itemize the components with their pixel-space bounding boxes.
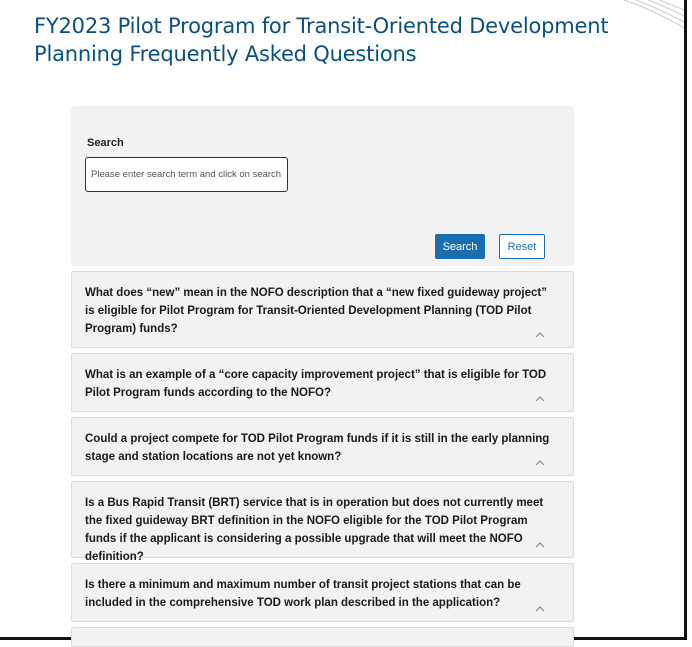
faq-item[interactable]: Is there a minimum and maximum number of…	[71, 563, 574, 622]
search-label: Search	[87, 137, 124, 149]
faq-item[interactable]: Could a project compete for TOD Pilot Pr…	[71, 417, 574, 476]
faq-question: What does “new” mean in the NOFO descrip…	[85, 287, 547, 335]
faq-item[interactable]: What is an example of a “core capacity i…	[71, 353, 574, 412]
chevron-up-icon[interactable]	[535, 541, 545, 548]
faq-question: Is a Bus Rapid Transit (BRT) service tha…	[85, 497, 544, 563]
page-frame: FY2023 Pilot Program for Transit-Oriente…	[0, 0, 687, 647]
faq-item[interactable]: Is a Bus Rapid Transit (BRT) service tha…	[71, 481, 574, 563]
search-button[interactable]: Search	[435, 234, 485, 259]
faq-list: What does “new” mean in the NOFO descrip…	[71, 271, 574, 647]
faq-question: What is an example of a “core capacity i…	[85, 369, 547, 399]
search-input[interactable]	[85, 157, 288, 192]
page-title: FY2023 Pilot Program for Transit-Oriente…	[34, 14, 609, 66]
chevron-up-icon[interactable]	[535, 331, 545, 338]
chevron-up-icon[interactable]	[535, 459, 545, 466]
faq-question: Could a project compete for TOD Pilot Pr…	[85, 433, 550, 463]
faq-item[interactable]	[71, 627, 574, 647]
reset-button[interactable]: Reset	[499, 234, 545, 259]
search-panel: Search Search Reset	[71, 106, 574, 266]
faq-question: Is there a minimum and maximum number of…	[85, 579, 521, 609]
chevron-up-icon[interactable]	[535, 605, 545, 612]
faq-item[interactable]: What does “new” mean in the NOFO descrip…	[71, 271, 574, 348]
chevron-up-icon[interactable]	[535, 395, 545, 402]
